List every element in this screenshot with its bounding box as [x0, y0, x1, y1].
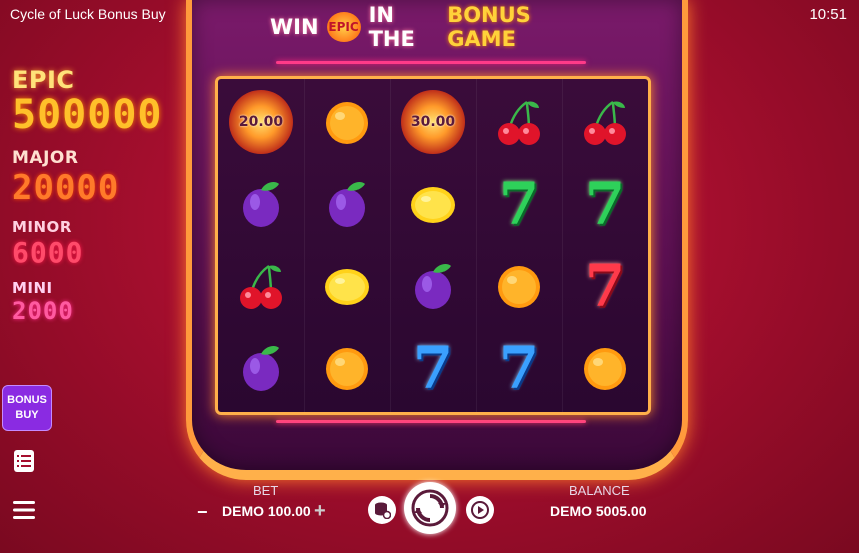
bet-decrease-button[interactable]: − [197, 502, 208, 523]
neon-divider-top [276, 61, 586, 64]
reel-separator [304, 79, 305, 412]
reel-cell: 7 [478, 327, 560, 409]
orange-symbol [493, 260, 545, 312]
headline-win: WIN [270, 15, 319, 39]
reel-cell: 7 [392, 327, 474, 409]
reel-grid: 20.00 30.00 7 7 7 7 7 [215, 76, 651, 415]
spin-icon [411, 489, 449, 527]
reel-cell: 7 [564, 163, 646, 245]
jackpot-major-value: 20000 [12, 168, 120, 208]
window-title: Cycle of Luck Bonus Buy [10, 6, 166, 22]
coin-settings-icon [375, 502, 391, 519]
reel-cell [564, 327, 646, 409]
reel-cell [392, 245, 474, 327]
balance-label: BALANCE [569, 483, 630, 498]
seven-green-symbol: 7 [498, 170, 540, 238]
jackpot-major: MAJOR 20000 [12, 148, 172, 208]
hamburger-icon[interactable] [12, 498, 36, 522]
jackpot-epic-label: EPIC [12, 66, 75, 94]
cherry-symbol [235, 260, 287, 312]
headline-bonus-game: BONUS GAME [447, 3, 531, 51]
reel-cell: 7 [478, 163, 560, 245]
reel-separator [562, 79, 563, 412]
reel-cell [478, 245, 560, 327]
reel-cell: 7 [564, 245, 646, 327]
jackpot-minor-label: MINOR [12, 218, 72, 236]
list-icon[interactable] [12, 449, 36, 473]
lemon-symbol [407, 178, 459, 230]
reel-cell [220, 245, 302, 327]
plum-symbol [235, 342, 287, 394]
cherry-symbol [493, 96, 545, 148]
reel-cell [478, 81, 560, 163]
jackpot-epic: EPIC 500000 [12, 66, 172, 138]
cherry-symbol [579, 96, 631, 148]
reel-cell: 20.00 [220, 81, 302, 163]
cash-orb-symbol: 20.00 [229, 90, 293, 154]
jackpot-minor-value: 6000 [12, 236, 84, 269]
bonus-buy-button[interactable]: BONUS BUY [2, 385, 52, 431]
neon-divider-bottom [276, 420, 586, 423]
bet-value: DEMO 100.00 [222, 503, 311, 519]
reel-cell [220, 327, 302, 409]
jackpot-minor: MINOR 6000 [12, 218, 172, 269]
bet-increase-button[interactable]: + [314, 500, 326, 523]
balance-value: DEMO 5005.00 [550, 503, 647, 519]
jackpot-mini: MINI 2000 [12, 279, 172, 325]
spin-button[interactable] [404, 482, 456, 534]
autoplay-icon [471, 501, 489, 519]
cash-orb-symbol: 30.00 [401, 90, 465, 154]
headline-banner: WIN EPIC IN THE BONUS GAME [270, 3, 590, 51]
reel-cell [306, 163, 388, 245]
reel-cell [306, 245, 388, 327]
reel-separator [390, 79, 391, 412]
autoplay-button[interactable] [466, 496, 494, 524]
reel-cell [220, 163, 302, 245]
seven-blue-symbol: 7 [498, 334, 540, 402]
jackpot-mini-value: 2000 [12, 297, 74, 325]
jackpot-mini-label: MINI [12, 279, 53, 297]
reel-cell [564, 81, 646, 163]
plum-symbol [235, 178, 287, 230]
jackpot-epic-value: 500000 [12, 92, 163, 138]
seven-green-symbol: 7 [584, 170, 626, 238]
headline-epic-badge: EPIC [326, 12, 361, 42]
plum-symbol [321, 178, 373, 230]
orange-symbol [321, 342, 373, 394]
orange-symbol [579, 342, 631, 394]
reel-cell: 30.00 [392, 81, 474, 163]
lemon-symbol [321, 260, 373, 312]
coin-stack-settings-button[interactable] [368, 496, 396, 524]
clock: 10:51 [809, 6, 847, 23]
reel-cell [392, 163, 474, 245]
reel-separator [476, 79, 477, 412]
headline-in-the: IN THE [368, 3, 415, 51]
seven-blue-symbol: 7 [412, 334, 454, 402]
bet-label: BET [253, 483, 279, 498]
jackpot-major-label: MAJOR [12, 148, 79, 168]
seven-red-symbol: 7 [584, 252, 626, 320]
reel-cell [306, 327, 388, 409]
reel-cell [306, 81, 388, 163]
orange-symbol [321, 96, 373, 148]
plum-symbol [407, 260, 459, 312]
jackpot-panel: EPIC 500000 MAJOR 20000 MINOR 6000 MINI … [12, 66, 172, 335]
